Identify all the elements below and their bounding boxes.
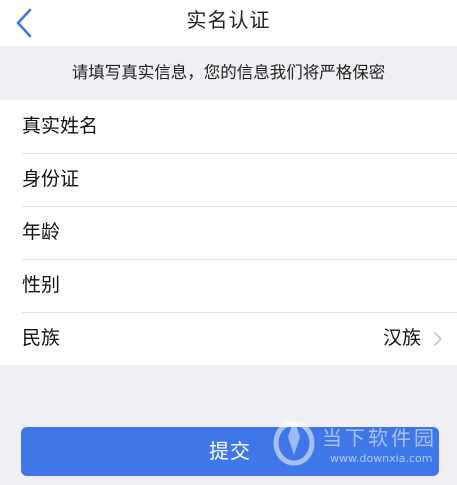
form-row-age[interactable]: 年龄	[0, 206, 457, 259]
form-row-label: 性别	[22, 274, 61, 296]
form-row-gender[interactable]: 性别	[0, 259, 457, 312]
chevron-right-icon	[434, 332, 442, 346]
navigation-bar: 实名认证	[0, 0, 457, 46]
form-row-label: 真实姓名	[22, 115, 99, 137]
form-row-id-card[interactable]: 身份证	[0, 153, 457, 206]
privacy-notice: 请填写真实信息，您的信息我们将严格保密	[0, 46, 457, 100]
form-row-ethnicity[interactable]: 民族 汉族	[0, 312, 457, 365]
form-row-label: 年龄	[22, 221, 61, 243]
form-row-label: 身份证	[22, 168, 80, 190]
identity-form: 真实姓名 身份证 年龄 性别 民族 汉族	[0, 100, 457, 365]
submit-button[interactable]: 提交	[21, 427, 439, 476]
page-title: 实名认证	[186, 8, 271, 32]
form-row-real-name[interactable]: 真实姓名	[0, 100, 457, 153]
ethnicity-value: 汉族	[382, 327, 421, 349]
form-row-label: 民族	[22, 327, 61, 349]
